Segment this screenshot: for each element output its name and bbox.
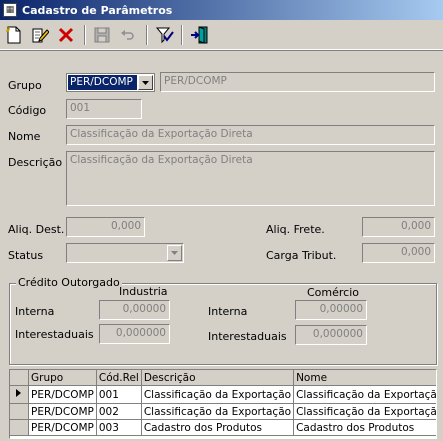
chevron-down-icon xyxy=(171,251,178,255)
grupo-selected-value: PER/DCOMP xyxy=(68,75,137,90)
comercio-interna-label: Interna xyxy=(208,305,248,318)
delete-icon xyxy=(58,27,74,43)
cell-nome[interactable]: Classificação da Exportação xyxy=(293,403,436,420)
table-row[interactable]: PER/DCOMP 003 Cadastro dos Produtos Cada… xyxy=(10,419,436,436)
parameters-grid[interactable]: Grupo Cód.Rel Descrição Nome PER/DCOMP 0… xyxy=(9,369,437,439)
table-row[interactable]: PER/DCOMP 002 Classificação da Exportaçã… xyxy=(10,403,436,420)
aliq-frete-field[interactable]: 0,000 xyxy=(362,217,435,237)
cell-grupo[interactable]: PER/DCOMP xyxy=(28,385,97,404)
chevron-down-icon xyxy=(142,80,149,85)
grupo-select[interactable]: PER/DCOMP xyxy=(66,73,155,92)
window-title: Cadastro de Parâmetros xyxy=(22,3,173,17)
cell-cod-rel[interactable]: 002 xyxy=(96,403,142,420)
cell-nome[interactable]: Classificação da Exportação xyxy=(293,385,436,404)
cell-cod-rel[interactable]: 003 xyxy=(96,419,142,436)
app-icon: ▦ xyxy=(3,3,17,17)
column-header-nome[interactable]: Nome xyxy=(293,370,436,386)
undo-button[interactable] xyxy=(116,23,140,47)
industria-interestaduais-field[interactable]: 0,000000 xyxy=(99,324,170,344)
toolbar-separator xyxy=(84,25,86,45)
comercio-interestaduais-label: Interestaduais xyxy=(208,330,287,343)
column-header-descricao[interactable]: Descrição xyxy=(141,370,295,386)
aliq-frete-label: Aliq. Frete. xyxy=(266,223,325,236)
codigo-label: Código xyxy=(8,104,47,117)
industria-interna-field[interactable]: 0,00000 xyxy=(99,300,170,320)
dropdown-button[interactable] xyxy=(138,75,153,90)
column-header-cod-rel[interactable]: Cód.Rel xyxy=(96,370,142,386)
row-indicator xyxy=(10,419,29,436)
exit-button[interactable] xyxy=(188,23,212,47)
save-button[interactable] xyxy=(90,23,114,47)
new-button[interactable] xyxy=(2,23,26,47)
cell-descricao[interactable]: Classificação da Exportação xyxy=(141,403,295,420)
cell-grupo[interactable]: PER/DCOMP xyxy=(28,419,97,436)
comercio-interestaduais-field[interactable]: 0,000000 xyxy=(295,325,367,345)
codigo-field[interactable]: 001 xyxy=(66,99,142,119)
cell-descricao[interactable]: Cadastro dos Produtos xyxy=(141,419,295,436)
cell-cod-rel[interactable]: 001 xyxy=(96,385,142,404)
comercio-interna-field[interactable]: 0,00000 xyxy=(295,300,367,320)
save-icon xyxy=(94,27,110,43)
table-row[interactable]: PER/DCOMP 001 Classificação da Exportaçã… xyxy=(10,385,436,404)
cell-grupo[interactable]: PER/DCOMP xyxy=(28,403,97,420)
nome-label: Nome xyxy=(8,130,41,143)
row-indicator xyxy=(10,403,29,420)
grid-header-row: Grupo Cód.Rel Descrição Nome xyxy=(10,370,436,386)
status-label: Status xyxy=(8,249,44,262)
filter-button[interactable] xyxy=(153,23,177,47)
descricao-field[interactable]: Classificação da Exportação Direta xyxy=(66,151,435,206)
aliq-dest-label: Aliq. Dest. xyxy=(8,223,65,236)
credito-outorgado-legend: Crédito Outorgado xyxy=(16,276,122,289)
row-indicator xyxy=(10,385,29,404)
industria-interestaduais-label: Interestaduais xyxy=(15,328,94,341)
title-bar: ▦ Cadastro de Parâmetros xyxy=(0,0,443,20)
cell-nome[interactable]: Cadastro dos Produtos xyxy=(293,419,436,436)
new-icon xyxy=(6,26,21,44)
nome-field[interactable]: Classificação da Exportação Direta xyxy=(66,125,435,145)
edit-icon xyxy=(32,28,49,43)
undo-icon xyxy=(121,30,134,40)
status-select[interactable] xyxy=(66,243,184,263)
filter-icon xyxy=(155,27,174,44)
descricao-label: Descrição xyxy=(8,156,63,169)
aliq-dest-field[interactable]: 0,000 xyxy=(66,217,145,237)
current-row-arrow-icon xyxy=(16,389,21,397)
toolbar-separator xyxy=(181,25,183,45)
grid-table: Grupo Cód.Rel Descrição Nome PER/DCOMP 0… xyxy=(10,370,436,436)
cell-descricao[interactable]: Classificação da Exportação xyxy=(141,385,295,404)
grupo-label: Grupo xyxy=(8,79,42,92)
credito-outorgado-group: Crédito Outorgado xyxy=(9,276,437,365)
industria-interna-label: Interna xyxy=(15,305,55,318)
column-header-grupo[interactable]: Grupo xyxy=(28,370,97,386)
delete-button[interactable] xyxy=(54,23,78,47)
toolbar-separator xyxy=(146,25,148,45)
exit-icon xyxy=(191,26,208,44)
carga-tributaria-label: Carga Tribut. xyxy=(266,249,337,262)
dropdown-button[interactable] xyxy=(167,245,182,261)
row-indicator-header xyxy=(10,370,29,386)
grupo-description-field: PER/DCOMP xyxy=(160,72,435,92)
edit-button[interactable] xyxy=(28,23,52,47)
comercio-header: Comércio xyxy=(307,286,360,299)
industria-header: Industria xyxy=(119,285,168,298)
toolbar xyxy=(0,21,443,50)
window: ▦ Cadastro de Parâmetros Grupo PER/DCOMP… xyxy=(0,0,443,441)
carga-tributaria-field[interactable]: 0,000 xyxy=(362,243,435,263)
